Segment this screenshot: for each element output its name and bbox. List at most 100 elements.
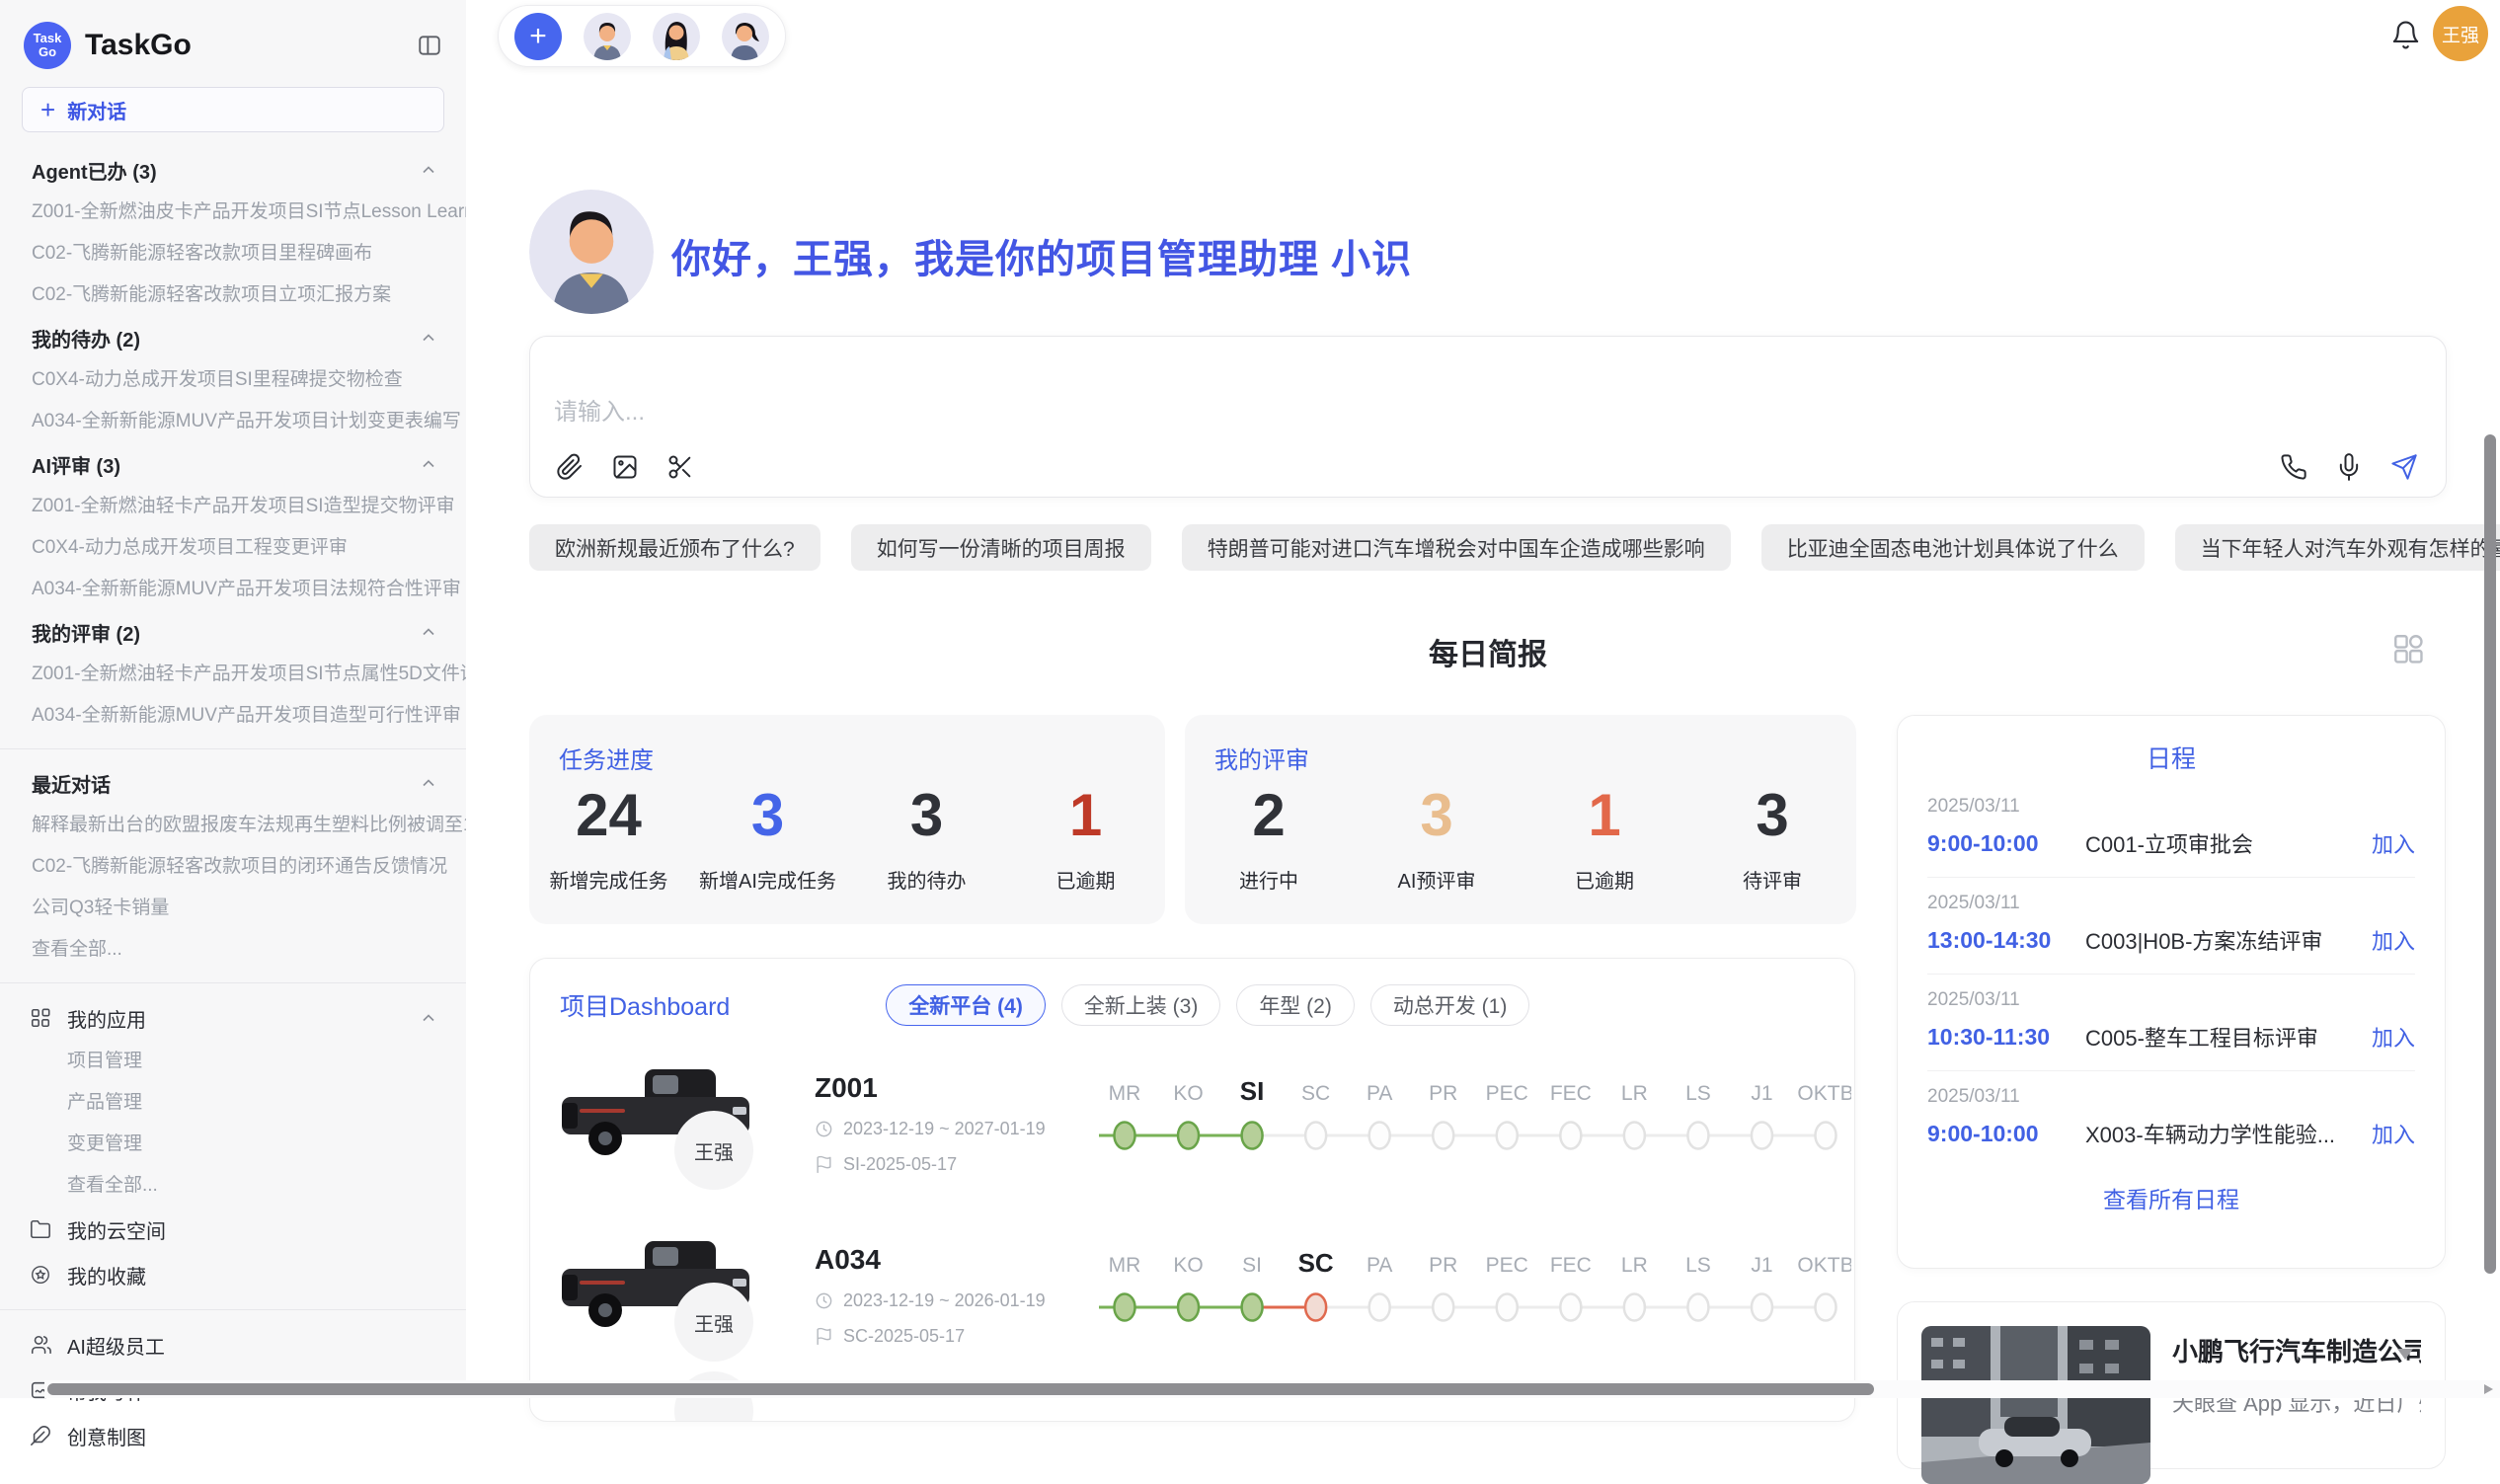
project-thumbnail: 王强 <box>554 1050 803 1198</box>
sidebar-section-3[interactable]: 我的评审 (2) <box>0 610 466 654</box>
stat-value: 3 <box>1688 781 1856 849</box>
suggestion-chip[interactable]: 当下年轻人对汽车外观有怎样的喜好趋势 <box>2175 524 2500 571</box>
sidebar-app-subitem[interactable]: 查看全部... <box>0 1165 466 1207</box>
new-chat-button[interactable]: + 新对话 <box>22 87 444 132</box>
sidebar-conversation-item[interactable]: A034-全新新能源MUV产品开发项目法规符合性评审 <box>0 569 466 610</box>
schedule-item: 2025/03/1113:00-14:30C003|H0B-方案冻结评审加入 <box>1927 878 2415 975</box>
agent-avatar-1[interactable] <box>584 13 631 60</box>
sidebar-conversation-item[interactable]: C02-飞腾新能源轻客改款项目里程碑画布 <box>0 233 466 274</box>
schedule-time: 9:00-10:00 <box>1927 1121 2085 1147</box>
stat-label: 已逾期 <box>1006 865 1165 894</box>
dashboard-tab[interactable]: 全新上装 (3) <box>1061 984 1221 1026</box>
project-code: A034 <box>815 1244 1099 1276</box>
sidebar-item-my-apps[interactable]: 我的应用 <box>0 995 466 1041</box>
chat-input[interactable] <box>554 392 2035 439</box>
sidebar-conversation-item[interactable]: C0X4-动力总成开发项目工程变更评审 <box>0 527 466 569</box>
vertical-scrollbar-thumb[interactable] <box>2484 434 2496 1274</box>
stat-value: 1 <box>1521 781 1688 849</box>
stat-label: 我的待办 <box>847 865 1006 894</box>
sidebar-app-subitem[interactable]: 变更管理 <box>0 1124 466 1165</box>
sidebar-recent-item[interactable]: C02-飞腾新能源轻客改款项目的闭环通告反馈情况 <box>0 846 466 888</box>
sidebar-app-subitem[interactable]: 项目管理 <box>0 1041 466 1082</box>
dashboard-tab[interactable]: 全新平台 (4) <box>886 984 1046 1026</box>
svg-text:LR: LR <box>1621 1082 1648 1105</box>
dashboard-tab[interactable]: 年型 (2) <box>1236 984 1355 1026</box>
stat-value: 2 <box>1185 781 1353 849</box>
sidebar-section-1[interactable]: 我的待办 (2) <box>0 316 466 359</box>
sidebar-collapse-icon[interactable] <box>417 33 442 58</box>
stat-label: AI预评审 <box>1353 865 1521 894</box>
sidebar-conversation-item[interactable]: A034-全新新能源MUV产品开发项目造型可行性评审 <box>0 695 466 737</box>
project-milestone-flag: SC-2025-05-17 <box>843 1326 965 1347</box>
project-row[interactable]: 王强A0342023-12-19 ~ 2026-01-19SC-2025-05-… <box>530 1221 1854 1369</box>
microphone-icon[interactable] <box>2335 453 2363 481</box>
dashboard-title: 项目Dashboard <box>560 987 730 1023</box>
daily-brief-title: 每日简报 <box>529 630 2447 673</box>
scroll-right-arrow[interactable] <box>2484 1384 2493 1394</box>
join-meeting-link[interactable]: 加入 <box>2372 924 2415 956</box>
schedule-date: 2025/03/11 <box>1927 796 2415 818</box>
dashboard-tabs: 全新平台 (4) 全新上装 (3) 年型 (2) 动总开发 (1) <box>886 984 1529 1026</box>
suggestion-chip[interactable]: 特朗普可能对进口汽车增税会对中国车企造成哪些影响 <box>1182 524 1731 571</box>
sidebar-conversation-item[interactable]: Z001-全新燃油轻卡产品开发项目SI节点属性5D文件评审 <box>0 654 466 695</box>
sidebar-recent-item[interactable]: 查看全部... <box>0 929 466 971</box>
sidebar-section-0[interactable]: Agent已办 (3) <box>0 148 466 192</box>
sidebar-conversation-item[interactable]: C0X4-动力总成开发项目SI里程碑提交物检查 <box>0 359 466 401</box>
stat-item: 1已逾期 <box>1006 781 1165 894</box>
sidebar-section-recent[interactable]: 最近对话 <box>0 761 466 805</box>
agent-avatar-3[interactable] <box>722 13 769 60</box>
schedule-date: 2025/03/11 <box>1927 893 2415 914</box>
message-composer <box>529 336 2447 498</box>
stat-card-title: 任务进度 <box>529 715 1165 775</box>
view-all-schedule-link[interactable]: 查看所有日程 <box>1898 1181 2445 1214</box>
svg-text:MR: MR <box>1109 1082 1141 1105</box>
logo-line2: Go <box>39 45 56 59</box>
sidebar-app-subitem[interactable]: 产品管理 <box>0 1082 466 1124</box>
screenshot-scissors-icon[interactable] <box>666 453 694 481</box>
agent-avatar-2[interactable] <box>653 13 700 60</box>
svg-text:KO: KO <box>1173 1082 1203 1105</box>
notification-bell-icon[interactable] <box>2390 20 2421 50</box>
join-meeting-link[interactable]: 加入 <box>2372 1118 2415 1149</box>
suggestion-chip[interactable]: 如何写一份清晰的项目周报 <box>851 524 1151 571</box>
sidebar-conversation-item[interactable]: Z001-全新燃油轻卡产品开发项目SI造型提交物评审 <box>0 486 466 527</box>
add-agent-button[interactable]: + <box>514 13 562 60</box>
sidebar-item-drawing[interactable]: 创意制图 <box>0 1413 466 1458</box>
stat-value: 3 <box>847 781 1006 849</box>
sidebar-item-cloud-space[interactable]: 我的云空间 <box>0 1207 466 1252</box>
voice-call-icon[interactable] <box>2280 453 2307 481</box>
join-meeting-link[interactable]: 加入 <box>2372 1021 2415 1053</box>
join-meeting-link[interactable]: 加入 <box>2372 827 2415 859</box>
new-chat-label: 新对话 <box>67 96 126 124</box>
sidebar-recent-item[interactable]: 解释最新出台的欧盟报废车法规再生塑料比例被调至15%... <box>0 805 466 846</box>
image-icon[interactable] <box>611 453 639 481</box>
sidebar-conversation-item[interactable]: Z001-全新燃油皮卡产品开发项目SI节点Lesson Learn报告 <box>0 192 466 233</box>
svg-text:FEC: FEC <box>1550 1082 1592 1105</box>
sidebar-section-2[interactable]: AI评审 (3) <box>0 442 466 486</box>
sidebar-conversation-item[interactable]: C02-飞腾新能源轻客改款项目立项汇报方案 <box>0 274 466 316</box>
sidebar-item-favorites[interactable]: 我的收藏 <box>0 1252 466 1297</box>
chevron-up-icon <box>419 1008 438 1028</box>
horizontal-scrollbar-thumb[interactable] <box>47 1383 1874 1395</box>
project-code: Z001 <box>815 1072 1099 1104</box>
svg-text:LR: LR <box>1621 1254 1648 1277</box>
composer-actions <box>2280 453 2418 481</box>
sidebar-recent-item[interactable]: 公司Q3轻卡销量 <box>0 888 466 929</box>
scroll-down-arrow[interactable] <box>2397 1349 2413 1360</box>
sidebar-header: Task Go TaskGo <box>0 0 466 77</box>
send-icon[interactable] <box>2390 453 2418 481</box>
brief-layout-icon[interactable] <box>2391 632 2425 665</box>
svg-text:SI: SI <box>1242 1254 1262 1277</box>
dashboard-tab[interactable]: 动总开发 (1) <box>1370 984 1530 1026</box>
suggestion-chip[interactable]: 欧洲新规最近颁布了什么? <box>529 524 820 571</box>
project-timeline: MRKOSISCPAPRPECFECLRLSJ1OKTB <box>1099 1242 1851 1350</box>
user-avatar[interactable]: 王强 <box>2433 6 2488 61</box>
sidebar-conversation-item[interactable]: A034-全新新能源MUV产品开发项目计划变更表编写 <box>0 401 466 442</box>
project-date-range: 2023-12-19 ~ 2027-01-19 <box>843 1119 1046 1139</box>
suggestion-chip[interactable]: 比亚迪全固态电池计划具体说了什么 <box>1761 524 2145 571</box>
sidebar-item-ai-staff[interactable]: AI超级员工 <box>0 1322 466 1367</box>
attachment-icon[interactable] <box>556 453 584 481</box>
project-row[interactable]: 王强Z0012023-12-19 ~ 2027-01-19SI-2025-05-… <box>530 1050 1854 1198</box>
suggestion-chips: 欧洲新规最近颁布了什么? 如何写一份清晰的项目周报特朗普可能对进口汽车增税会对中国… <box>529 524 2500 571</box>
sidebar-section-recent-label: 最近对话 <box>32 769 111 798</box>
